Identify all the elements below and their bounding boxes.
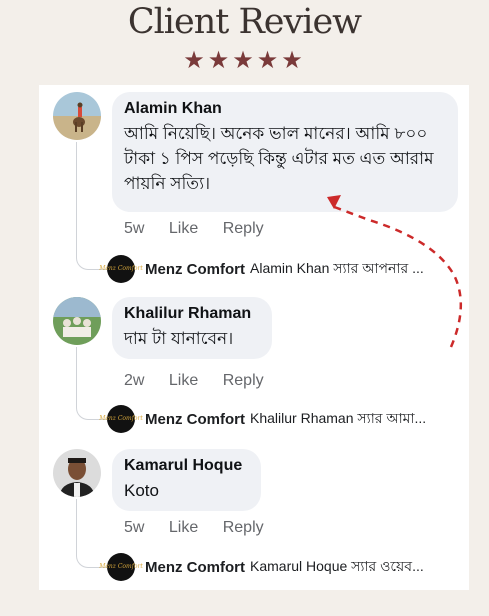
comment-time: 5w bbox=[124, 220, 145, 237]
page-heading: Client Review bbox=[127, 2, 362, 42]
reply-preview[interactable]: Menz Comfort Menz Comfort Kamarul Hoque … bbox=[99, 553, 424, 581]
comment-bubble: Kamarul Hoque Koto bbox=[112, 449, 261, 511]
annotation-arrow-icon bbox=[327, 195, 463, 348]
reply-button[interactable]: Reply bbox=[223, 372, 264, 389]
comment-author[interactable]: Kamarul Hoque bbox=[124, 457, 249, 475]
reply-preview[interactable]: Menz Comfort Menz Comfort Khalilur Rhama… bbox=[99, 405, 427, 433]
group-photo-icon bbox=[53, 297, 101, 345]
reply-author: Menz Comfort bbox=[145, 260, 245, 278]
man-portrait-icon bbox=[53, 449, 101, 497]
menz-comfort-logo-icon: Menz Comfort bbox=[99, 405, 143, 433]
comment-author[interactable]: Khalilur Rhaman bbox=[124, 305, 260, 323]
reply-button[interactable]: Reply bbox=[223, 519, 264, 536]
thread-line bbox=[76, 499, 107, 568]
like-button[interactable]: Like bbox=[169, 519, 198, 536]
like-button[interactable]: Like bbox=[169, 372, 198, 389]
avatar-kamarul-hoque[interactable] bbox=[53, 449, 101, 497]
comment-text: দাম টা যানাবেন। bbox=[124, 329, 234, 348]
reply-button[interactable]: Reply bbox=[223, 220, 264, 237]
comment-bubble: Khalilur Rhaman দাম টা যানাবেন। bbox=[112, 297, 272, 359]
thread-line bbox=[76, 347, 107, 420]
horse-rider-photo-icon bbox=[53, 92, 101, 140]
comment-time: 2w bbox=[124, 372, 145, 389]
comment-time: 5w bbox=[124, 519, 145, 536]
menz-comfort-logo-icon: Menz Comfort bbox=[99, 553, 143, 581]
comment-actions: 5w Like Reply bbox=[124, 519, 284, 537]
avatar-khalilur-rhaman[interactable] bbox=[53, 297, 101, 345]
comment-actions: 5w Like Reply bbox=[124, 220, 284, 238]
reply-author: Menz Comfort bbox=[145, 558, 245, 576]
reply-text: Khalilur Rhaman স্যার আমা... bbox=[250, 410, 427, 426]
comments-panel: Alamin Khan আমি নিয়েছি। অনেক ভাল মানের।… bbox=[39, 85, 469, 590]
comment-author[interactable]: Alamin Khan bbox=[124, 100, 446, 118]
reply-author: Menz Comfort bbox=[145, 410, 245, 428]
reply-text: Kamarul Hoque স্যার ওয়েব... bbox=[250, 558, 424, 574]
avatar-alamin-khan[interactable] bbox=[53, 92, 101, 140]
comment-text: Koto bbox=[124, 481, 159, 500]
comment-actions: 2w Like Reply bbox=[124, 372, 284, 390]
like-button[interactable]: Like bbox=[169, 220, 198, 237]
rating-stars: ★★★★★ bbox=[183, 47, 306, 74]
thread-line bbox=[76, 142, 107, 270]
menz-comfort-logo-icon: Menz Comfort bbox=[99, 255, 143, 283]
